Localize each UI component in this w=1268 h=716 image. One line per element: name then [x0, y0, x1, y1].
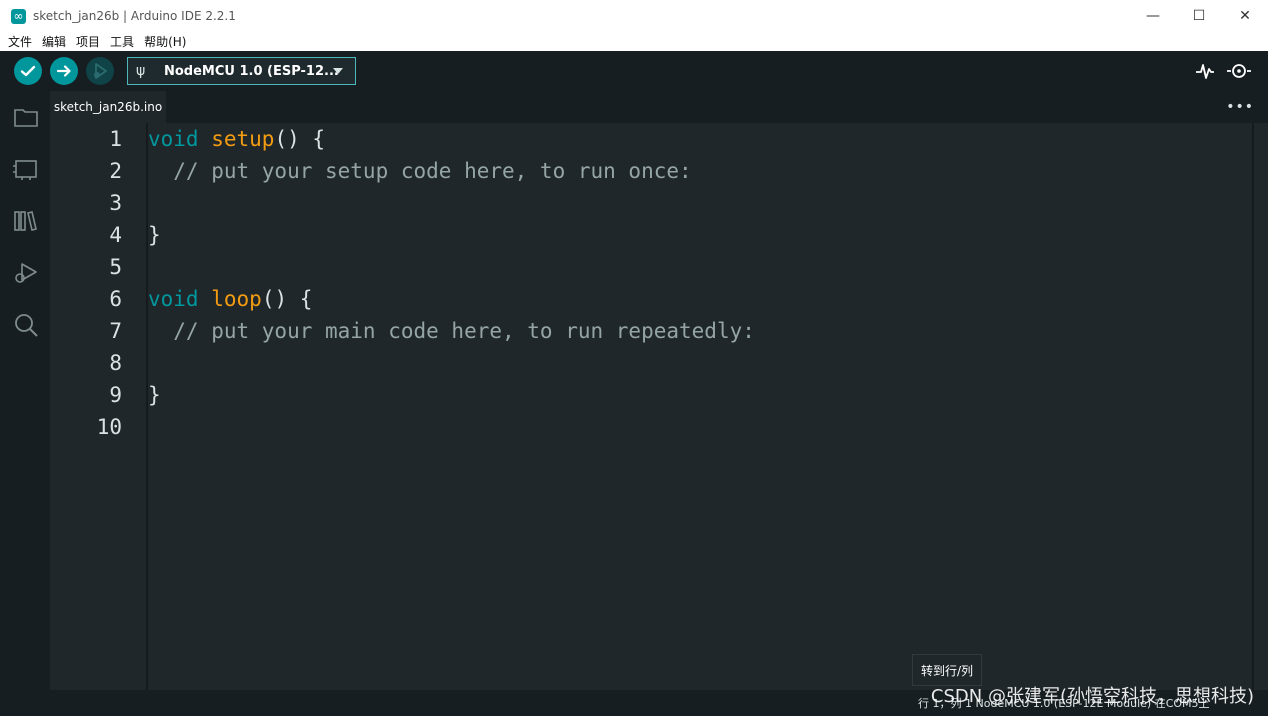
- window-title: sketch_jan26b | Arduino IDE 2.2.1: [33, 9, 236, 23]
- menu-edit[interactable]: 编辑: [42, 33, 66, 50]
- menu-help[interactable]: 帮助(H): [144, 33, 186, 50]
- search-icon[interactable]: [12, 311, 40, 339]
- code-token: () {: [274, 127, 326, 151]
- line-number: 8: [109, 351, 122, 375]
- maximize-button[interactable]: ☐: [1176, 0, 1222, 32]
- line-number: 9: [109, 383, 122, 407]
- code-token: void: [148, 127, 199, 151]
- code-text: // put your setup code here, to run once…: [148, 155, 692, 187]
- menu-tools[interactable]: 工具: [110, 33, 134, 50]
- line-number: 1: [109, 127, 122, 151]
- folder-icon[interactable]: [12, 103, 40, 131]
- library-icon[interactable]: [12, 207, 40, 235]
- watermark: CSDN @张建军(孙悟空科技，思想科技): [930, 686, 1254, 707]
- code-token: }: [148, 223, 161, 247]
- arrow-right-icon: [56, 65, 71, 77]
- code-token: // put your setup code here, to run once…: [148, 159, 692, 183]
- code-token: () {: [261, 287, 313, 311]
- code-line[interactable]: 3: [50, 187, 1250, 219]
- line-number: 10: [96, 415, 122, 439]
- code-line[interactable]: 7 // put your main code here, to run rep…: [50, 315, 1250, 347]
- code-token: setup: [211, 127, 275, 151]
- arduino-logo-icon: [11, 6, 26, 26]
- scrollbar[interactable]: [1252, 123, 1254, 690]
- code-token: void: [148, 287, 199, 311]
- code-text: void setup() {: [148, 123, 325, 155]
- more-actions-icon[interactable]: •••: [1226, 99, 1254, 115]
- serial-plotter-icon[interactable]: [1194, 60, 1216, 82]
- menu-sketch[interactable]: 项目: [76, 33, 100, 50]
- menu-file[interactable]: 文件: [8, 33, 32, 50]
- close-button[interactable]: ✕: [1222, 0, 1268, 32]
- code-text: }: [148, 219, 161, 251]
- line-number: 7: [109, 319, 122, 343]
- code-text: // put your main code here, to run repea…: [148, 315, 755, 347]
- upload-button[interactable]: [50, 57, 78, 85]
- code-text: void loop() {: [148, 283, 312, 315]
- debug-panel-icon[interactable]: [12, 259, 40, 287]
- code-editor[interactable]: 1 void setup() {2 // put your setup code …: [50, 123, 1268, 690]
- code-line[interactable]: 2 // put your setup code here, to run on…: [50, 155, 1250, 187]
- board-label: NodeMCU 1.0 (ESP-12...: [164, 63, 339, 79]
- tab-label: sketch_jan26b.ino: [53, 100, 163, 114]
- check-icon: [20, 65, 36, 77]
- ide-window: ψ NodeMCU 1.0 (ESP-12... sketch_jan26b.i…: [0, 51, 1268, 716]
- debug-button[interactable]: [86, 57, 114, 85]
- line-number: 5: [109, 255, 122, 279]
- code-token: // put your main code here, to run repea…: [148, 319, 755, 343]
- tab-bar: sketch_jan26b.ino •••: [50, 91, 1268, 123]
- serial-monitor-icon[interactable]: [1226, 60, 1252, 82]
- code-text: }: [148, 379, 161, 411]
- code-line[interactable]: 9}: [50, 379, 1250, 411]
- toolbar: ψ NodeMCU 1.0 (ESP-12...: [0, 51, 1268, 91]
- code-line[interactable]: 4}: [50, 219, 1250, 251]
- verify-button[interactable]: [14, 57, 42, 85]
- code-line[interactable]: 6 void loop() {: [50, 283, 1250, 315]
- code-token: loop: [211, 287, 262, 311]
- debug-icon: [94, 63, 107, 79]
- line-number: 6: [109, 287, 122, 311]
- window-controls: — ☐ ✕: [1130, 0, 1268, 32]
- code-line[interactable]: 10: [50, 411, 1250, 443]
- chevron-down-icon: [333, 68, 343, 74]
- code-line[interactable]: 1 void setup() {: [50, 123, 1250, 155]
- menu-bar: 文件 编辑 项目 工具 帮助(H): [0, 32, 1268, 51]
- code-token: }: [148, 383, 161, 407]
- activity-bar: [0, 91, 50, 716]
- line-number: 2: [109, 159, 122, 183]
- usb-icon: ψ: [136, 63, 146, 79]
- line-number: 3: [109, 191, 122, 215]
- board-selector[interactable]: ψ NodeMCU 1.0 (ESP-12...: [127, 57, 356, 85]
- code-line[interactable]: 8: [50, 347, 1250, 379]
- title-bar: sketch_jan26b | Arduino IDE 2.2.1 — ☐ ✕: [0, 0, 1268, 33]
- code-line[interactable]: 5: [50, 251, 1250, 283]
- tab-sketch[interactable]: sketch_jan26b.ino: [50, 91, 166, 123]
- minimize-button[interactable]: —: [1130, 0, 1176, 32]
- board-manager-icon[interactable]: [12, 155, 40, 183]
- line-number: 4: [109, 223, 122, 247]
